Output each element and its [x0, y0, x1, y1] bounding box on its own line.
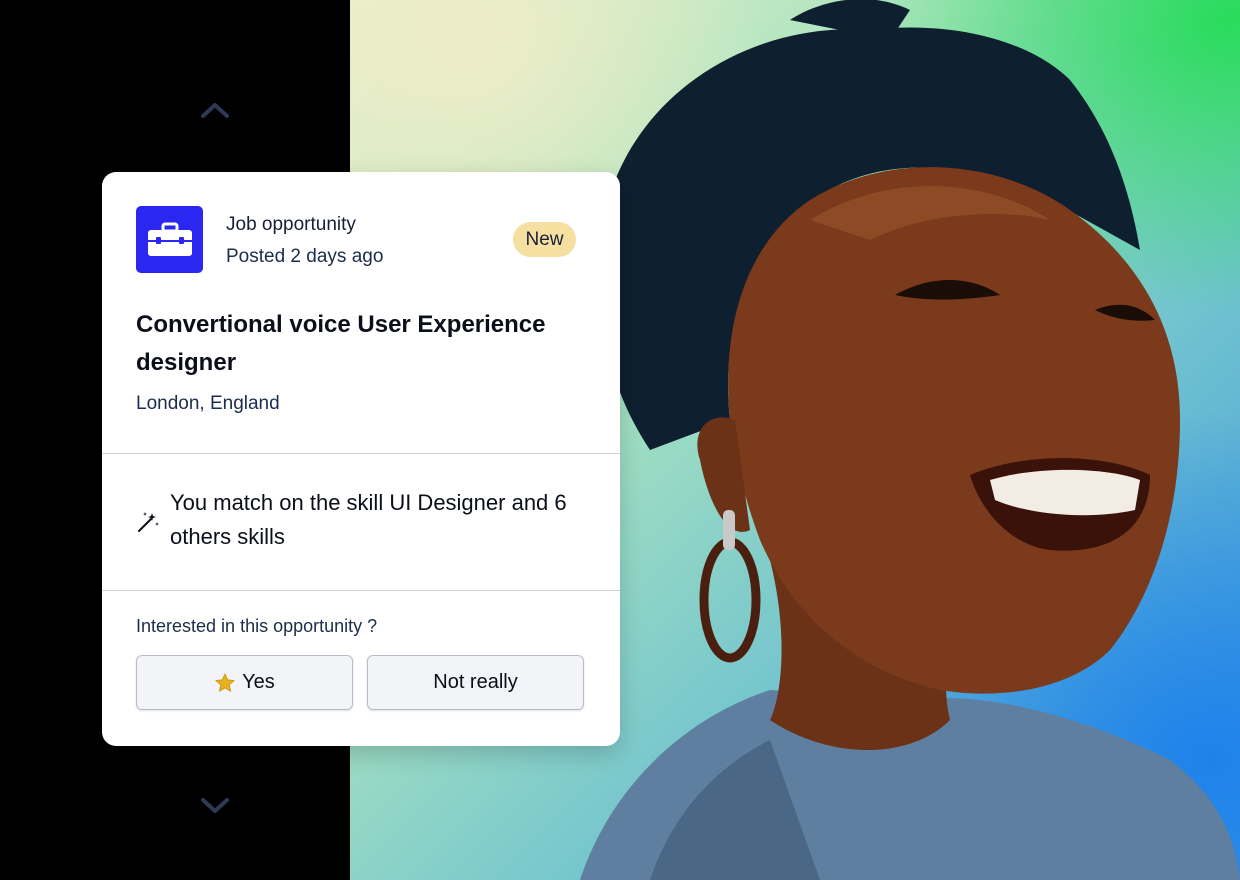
new-badge: New [513, 222, 576, 257]
job-card[interactable]: Job opportunity Posted 2 days ago New Co… [102, 172, 620, 746]
chevron-down-icon[interactable] [197, 794, 233, 818]
divider [102, 590, 620, 591]
yes-label: Yes [242, 671, 275, 693]
job-title[interactable]: Convertional voice User Experience desig… [136, 306, 576, 382]
skill-match-text: You match on the skill UI Designer and 6… [170, 490, 567, 549]
yes-button[interactable]: Yes [136, 655, 353, 710]
divider [102, 453, 620, 454]
magic-wand-icon [136, 510, 160, 534]
opportunity-type: Job opportunity [226, 214, 356, 235]
not-really-label: Not really [433, 671, 518, 693]
interest-question: Interested in this opportunity ? [136, 616, 378, 636]
job-location: London, England [136, 393, 280, 414]
chevron-up-icon[interactable] [197, 98, 233, 122]
star-icon [215, 672, 235, 692]
not-really-button[interactable]: Not really [367, 655, 584, 710]
posted-date: Posted 2 days ago [226, 246, 384, 267]
briefcase-icon [136, 206, 203, 273]
